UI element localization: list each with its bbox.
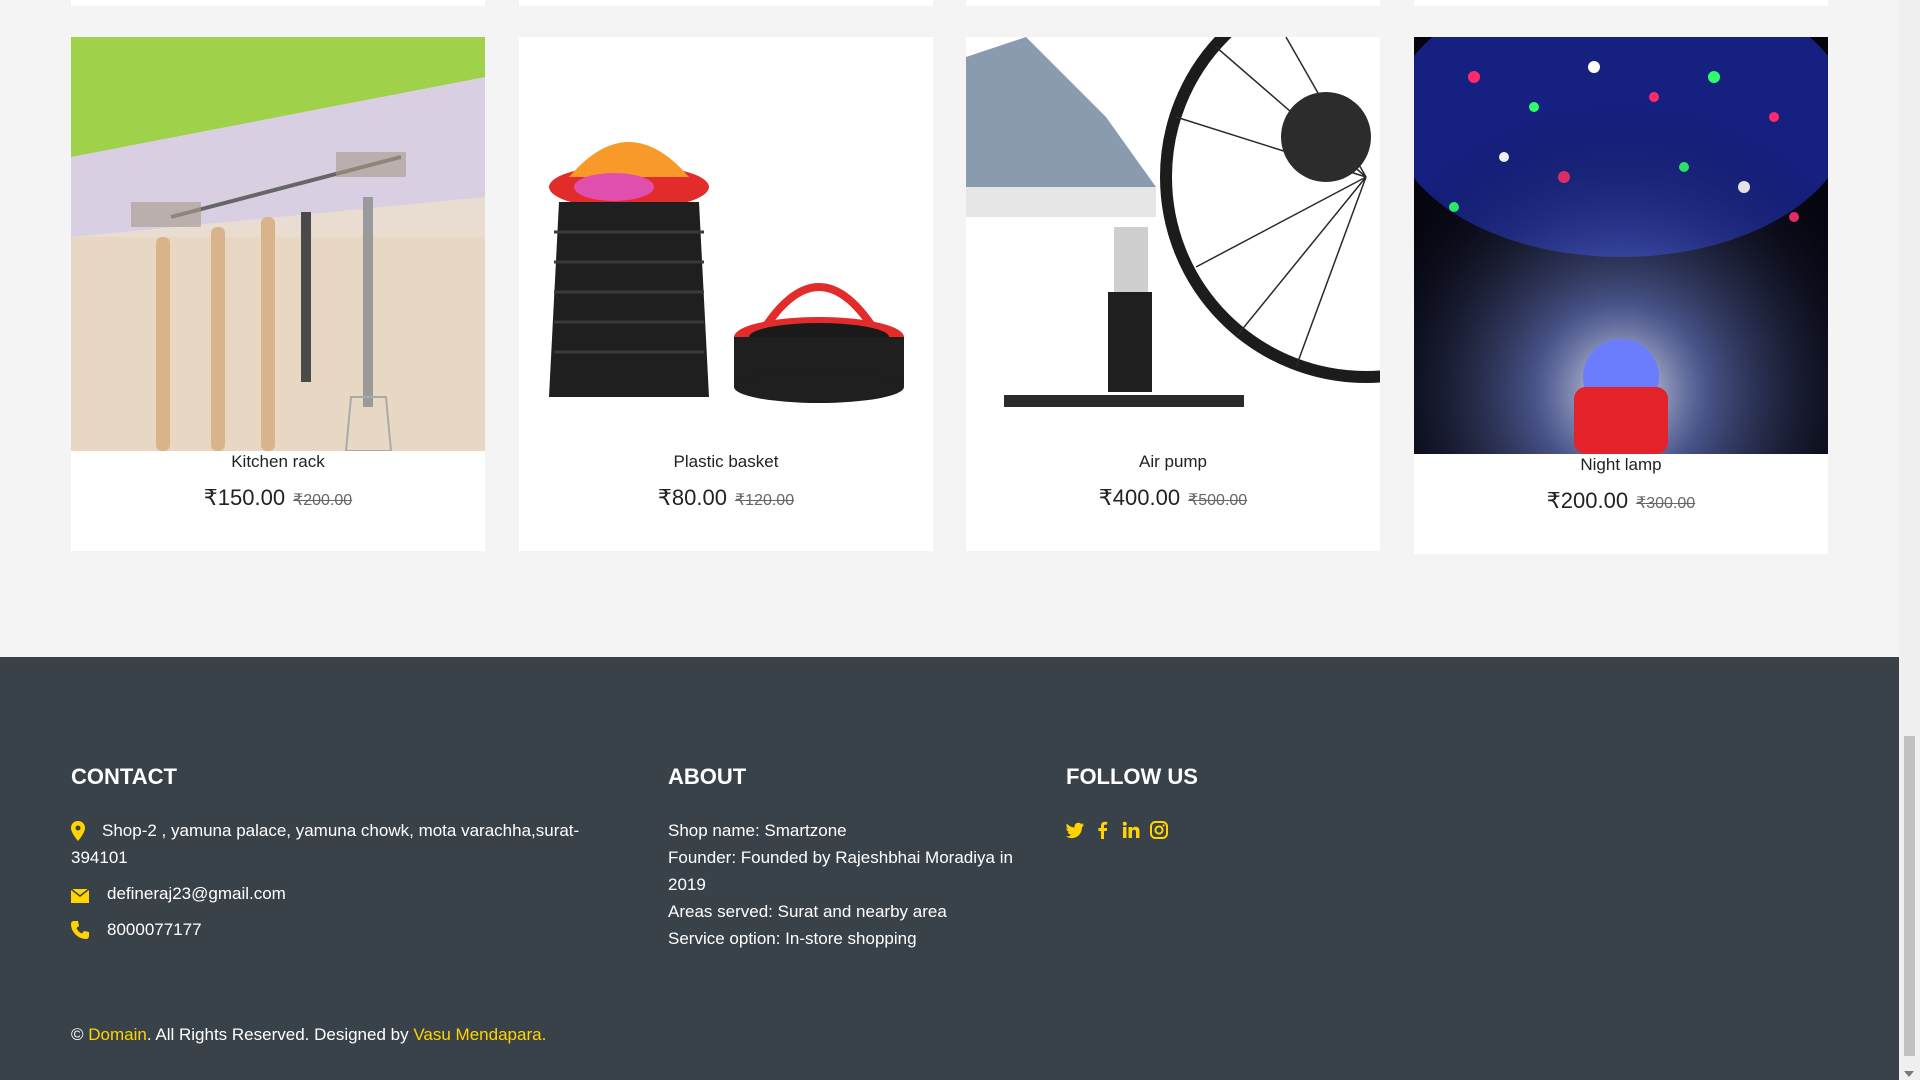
product-price: ₹200.00 ₹300.00 [1414, 488, 1828, 514]
card-edge [71, 0, 485, 6]
product-grid: Kitchen rack ₹150.00 ₹200.00 Plastic bas… [71, 37, 1829, 554]
copyright-text: © Domain. All Rights Reserved. Designed … [71, 1025, 546, 1045]
map-marker-icon [71, 821, 91, 841]
product-image[interactable] [966, 37, 1380, 451]
about-heading: ABOUT [668, 764, 747, 789]
address-line: Shop-2 , yamuna palace, yamuna chowk, mo… [71, 817, 611, 871]
copyright-middle: . All Rights Reserved. Designed by [146, 1025, 409, 1044]
old-price: ₹120.00 [734, 492, 795, 509]
about-service: Service option: In-store shopping [668, 929, 917, 948]
address-text: Shop-2 , yamuna palace, yamuna chowk, mo… [71, 821, 580, 867]
phone-text[interactable]: 8000077177 [107, 920, 202, 939]
twitter-icon[interactable] [1066, 821, 1084, 839]
contact-heading: CONTACT [71, 764, 177, 789]
designer-link[interactable]: Vasu Mendapara [413, 1025, 541, 1044]
copyright-symbol: © [71, 1025, 84, 1044]
product-name[interactable]: Plastic basket [519, 452, 933, 472]
social-links [1066, 821, 1168, 839]
follow-heading: FOLLOW US [1066, 764, 1198, 789]
phone-icon [71, 920, 91, 940]
product-price: ₹80.00 ₹120.00 [519, 485, 933, 511]
scroll-down-arrow-icon[interactable] [1904, 1071, 1914, 1077]
old-price: ₹300.00 [1636, 495, 1696, 512]
product-image[interactable] [519, 37, 933, 451]
product-name[interactable]: Air pump [966, 452, 1380, 472]
card-edge [966, 0, 1380, 6]
current-price: ₹400.00 [1098, 485, 1181, 510]
product-name[interactable]: Kitchen rack [71, 452, 485, 472]
site-footer: CONTACT Shop-2 , yamuna palace, yamuna c… [0, 657, 1899, 1080]
old-price: ₹200.00 [293, 492, 353, 509]
instagram-icon[interactable] [1150, 821, 1168, 839]
product-image[interactable] [1414, 37, 1828, 454]
vertical-scrollbar[interactable] [1899, 0, 1920, 1080]
about-founder: Founder: Founded by Rajeshbhai Moradiya … [668, 848, 1013, 894]
email-text[interactable]: defineraj23@gmail.com [107, 884, 286, 903]
envelope-icon [70, 884, 91, 904]
product-card[interactable]: Air pump ₹400.00 ₹500.00 [966, 37, 1380, 551]
linkedin-icon[interactable] [1122, 821, 1140, 839]
domain-link[interactable]: Domain [88, 1025, 147, 1044]
product-card[interactable]: Kitchen rack ₹150.00 ₹200.00 [71, 37, 485, 551]
previous-row-edges [0, 0, 1899, 6]
current-price: ₹80.00 [657, 485, 727, 510]
product-image[interactable] [71, 37, 485, 451]
current-price: ₹200.00 [1546, 488, 1629, 513]
about-shop-name: Shop name: Smartzone [668, 821, 847, 840]
card-edge [1414, 0, 1828, 6]
facebook-icon[interactable] [1094, 821, 1112, 839]
card-edge [519, 0, 933, 6]
copyright-suffix: . [541, 1025, 547, 1044]
product-name[interactable]: Night lamp [1414, 455, 1828, 475]
about-areas: Areas served: Surat and nearby area [668, 902, 947, 921]
product-card[interactable]: Plastic basket ₹80.00 ₹120.00 [519, 37, 933, 551]
about-text: Shop name: Smartzone Founder: Founded by… [668, 817, 1038, 952]
email-line[interactable]: defineraj23@gmail.com [70, 880, 611, 907]
product-price: ₹400.00 ₹500.00 [966, 485, 1380, 511]
scrollbar-thumb[interactable] [1904, 736, 1915, 1056]
phone-line[interactable]: 8000077177 [71, 916, 611, 943]
product-card[interactable]: Night lamp ₹200.00 ₹300.00 [1414, 37, 1828, 554]
current-price: ₹150.00 [203, 485, 286, 510]
product-price: ₹150.00 ₹200.00 [71, 485, 485, 511]
old-price: ₹500.00 [1188, 492, 1248, 509]
